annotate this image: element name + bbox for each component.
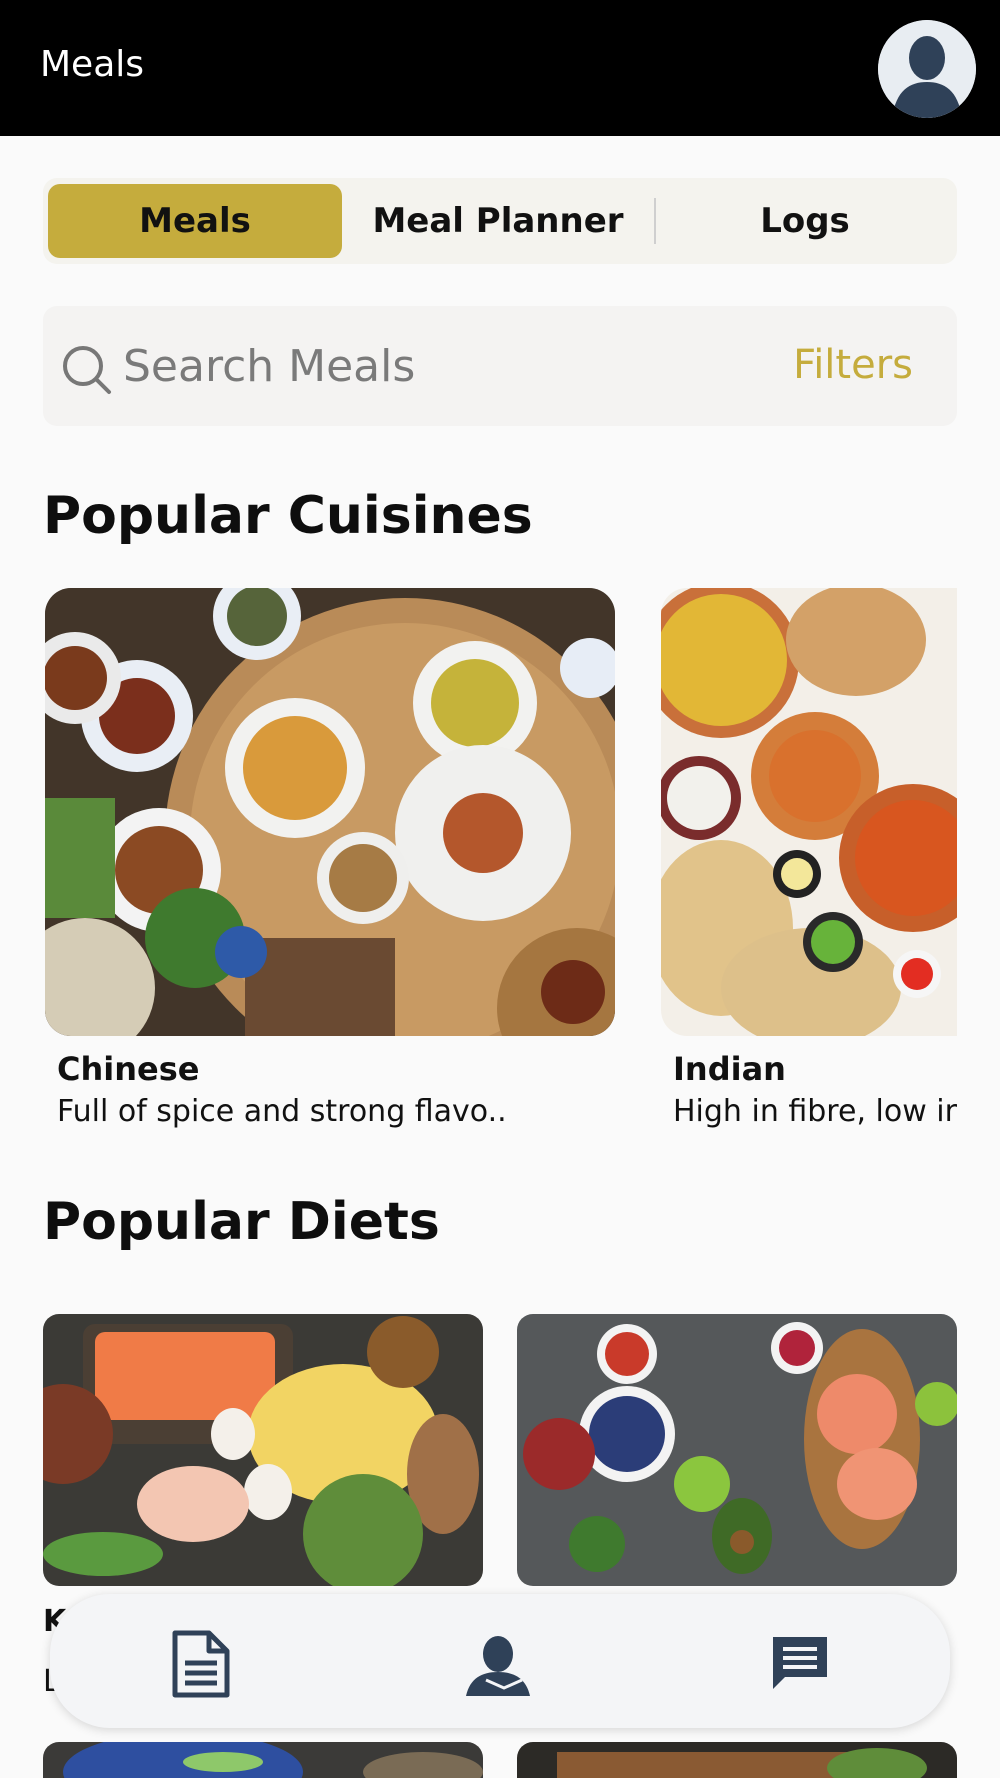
food-photo bbox=[45, 588, 615, 1036]
user-avatar-icon bbox=[878, 20, 976, 118]
cuisine-image bbox=[661, 588, 957, 1036]
user-icon bbox=[466, 1636, 530, 1696]
cuisine-title: Chinese bbox=[57, 1050, 200, 1088]
food-photo bbox=[517, 1314, 957, 1586]
food-photo bbox=[661, 588, 957, 1036]
diet-card[interactable] bbox=[43, 1742, 483, 1778]
avatar[interactable] bbox=[878, 20, 976, 118]
food-photo bbox=[43, 1742, 483, 1778]
tab-logs[interactable]: Logs bbox=[657, 184, 953, 258]
search-input[interactable] bbox=[123, 328, 683, 404]
filters-button[interactable]: Filters bbox=[793, 342, 913, 388]
page-title: Meals bbox=[40, 44, 145, 85]
segmented-tabs: Meals Meal Planner Logs bbox=[43, 178, 957, 264]
chat-icon bbox=[773, 1637, 827, 1689]
cuisine-image bbox=[45, 588, 615, 1036]
tab-divider bbox=[654, 198, 656, 244]
food-photo bbox=[43, 1314, 483, 1586]
cuisine-card-indian[interactable]: Indian High in fibre, low in bbox=[661, 588, 957, 1129]
diet-card[interactable] bbox=[43, 1314, 483, 1586]
diet-image bbox=[517, 1314, 957, 1586]
tab-meals[interactable]: Meals bbox=[48, 184, 342, 258]
app-header: Meals bbox=[0, 0, 1000, 136]
nav-profile[interactable] bbox=[460, 1624, 540, 1704]
cuisine-description: High in fibre, low in bbox=[673, 1094, 957, 1129]
diet-image bbox=[43, 1314, 483, 1586]
nav-documents[interactable] bbox=[160, 1624, 240, 1704]
search-bar: Filters bbox=[43, 306, 957, 426]
document-icon bbox=[172, 1630, 230, 1698]
tab-meal-planner[interactable]: Meal Planner bbox=[343, 184, 653, 258]
bottom-nav bbox=[50, 1594, 950, 1728]
cuisine-title: Indian bbox=[673, 1050, 786, 1088]
cuisines-carousel[interactable]: Chinese Full of spice and strong flavo..… bbox=[43, 588, 957, 1148]
diet-card[interactable] bbox=[517, 1314, 957, 1586]
cuisine-description: Full of spice and strong flavo.. bbox=[57, 1094, 507, 1129]
diet-card[interactable] bbox=[517, 1742, 957, 1778]
section-title-diets: Popular Diets bbox=[43, 1192, 440, 1252]
cuisine-card-chinese[interactable]: Chinese Full of spice and strong flavo.. bbox=[45, 588, 615, 1129]
nav-messages[interactable] bbox=[760, 1624, 840, 1704]
food-photo bbox=[517, 1742, 957, 1778]
search-icon bbox=[63, 346, 111, 394]
section-title-cuisines: Popular Cuisines bbox=[43, 486, 533, 546]
